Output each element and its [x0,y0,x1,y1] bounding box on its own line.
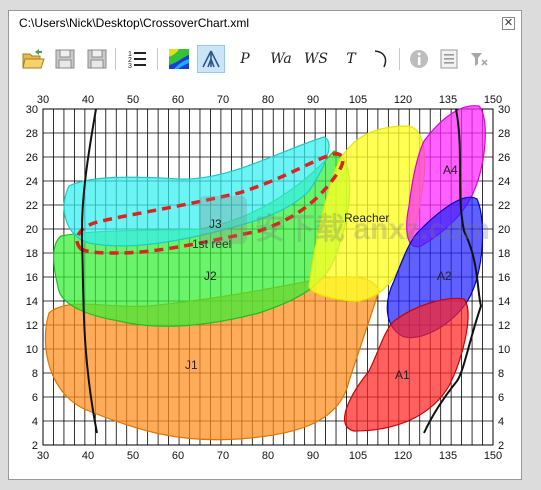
t-label: T [346,51,356,67]
x-tick-label-top: 90 [307,94,319,106]
toolbar-separator [115,48,116,70]
svg-text:3: 3 [128,63,132,70]
open-folder-icon [22,49,45,69]
color-map-icon [169,49,189,69]
numbered-list-icon: 1 2 3 [128,51,146,70]
x-tick-label-top: 105 [349,94,367,106]
x-tick-label-bottom: 90 [307,450,319,462]
color-map-button[interactable] [165,45,193,73]
wa-button[interactable]: Wa [265,45,297,73]
toolbar: 1 2 3 P Wa WS T [9,37,521,79]
y-tick-label-left: 12 [26,320,38,332]
x-tick-label-top: 60 [172,94,184,106]
curve-icon [374,50,387,68]
y-tick-label-right: 8 [498,368,504,380]
first-reel-label: 1st reel [192,237,231,251]
p-button[interactable]: P [231,45,259,73]
numbered-list-button[interactable]: 1 2 3 [123,45,151,73]
ws-button[interactable]: WS [299,45,333,73]
x-tick-label-top: 50 [127,94,139,106]
region-label-a4: A4 [443,163,458,177]
y-tick-label-right: 18 [498,248,510,260]
y-tick-label-left: 14 [26,296,38,308]
y-tick-label-left: 28 [26,128,38,140]
wa-label: Wa [270,51,292,67]
y-tick-label-right: 16 [498,272,510,284]
y-tick-label-left: 4 [32,416,38,428]
x-tick-label-top: 120 [394,94,412,106]
y-tick-label-left: 22 [26,200,38,212]
y-tick-label-right: 14 [498,296,510,308]
region-label-reacher: Reacher [344,211,389,225]
x-tick-label-bottom: 135 [439,450,457,462]
toolbar-separator [399,48,400,70]
x-tick-label-top: 30 [37,94,49,106]
y-tick-label-right: 26 [498,152,510,164]
x-tick-label-bottom: 150 [484,450,502,462]
y-tick-label-left: 8 [32,368,38,380]
window-title: C:\Users\Nick\Desktop\CrossoverChart.xml [19,16,250,30]
ws-label: WS [304,51,328,67]
y-tick-label-left: 24 [26,176,38,188]
tent-icon [202,50,220,68]
region-label-a1: A1 [395,368,410,382]
checklist-button[interactable] [435,45,463,73]
t-button[interactable]: T [337,45,365,73]
x-tick-label-top: 70 [217,94,229,106]
title-bar: C:\Users\Nick\Desktop\CrossoverChart.xml… [9,11,521,37]
region-label-j2: J2 [204,269,217,283]
close-button[interactable]: ✕ [502,17,515,30]
x-tick-label-bottom: 70 [217,450,229,462]
save-as-icon [87,49,107,69]
x-tick-label-top: 40 [82,94,94,106]
y-tick-label-left: 6 [32,392,38,404]
x-tick-label-bottom: 80 [262,450,274,462]
y-tick-label-right: 12 [498,320,510,332]
checklist-icon [440,49,458,69]
info-icon [410,50,428,68]
y-tick-label-left: 16 [26,272,38,284]
filter-button[interactable] [465,45,493,73]
x-tick-label-bottom: 40 [82,450,94,462]
x-tick-label-bottom: 105 [349,450,367,462]
x-tick-label-bottom: 30 [37,450,49,462]
curve-button[interactable] [367,45,395,73]
region-label-j1: J1 [185,358,198,372]
p-label: P [240,51,250,67]
save-as-button[interactable] [83,45,111,73]
filter-icon [471,53,488,66]
x-tick-label-bottom: 60 [172,450,184,462]
y-tick-label-left: 20 [26,224,38,236]
save-icon [55,49,75,69]
y-tick-label-right: 20 [498,224,510,236]
y-tick-label-right: 28 [498,128,510,140]
x-tick-label-top: 80 [262,94,274,106]
y-tick-label-right: 6 [498,392,504,404]
crossover-chart[interactable]: 安下载 anxz.com J1 J2 J3 Reacher A1 A2 A4 1… [9,81,521,481]
save-button[interactable] [51,45,79,73]
x-tick-label-bottom: 50 [127,450,139,462]
info-button[interactable] [405,45,433,73]
y-tick-label-left: 10 [26,344,38,356]
y-tick-label-right: 22 [498,200,510,212]
x-tick-label-bottom: 120 [394,450,412,462]
y-tick-label-right: 10 [498,344,510,356]
app-window: C:\Users\Nick\Desktop\CrossoverChart.xml… [8,10,522,480]
toolbar-separator [157,48,158,70]
open-button[interactable] [19,45,47,73]
region-label-a2: A2 [437,269,452,283]
y-tick-label-left: 18 [26,248,38,260]
y-tick-label-right: 4 [498,416,504,428]
y-tick-label-right: 24 [498,176,510,188]
x-tick-label-top: 135 [439,94,457,106]
y-tick-label-left: 26 [26,152,38,164]
region-label-j3: J3 [209,217,222,231]
x-tick-label-top: 150 [484,94,502,106]
tent-button[interactable] [197,45,225,73]
